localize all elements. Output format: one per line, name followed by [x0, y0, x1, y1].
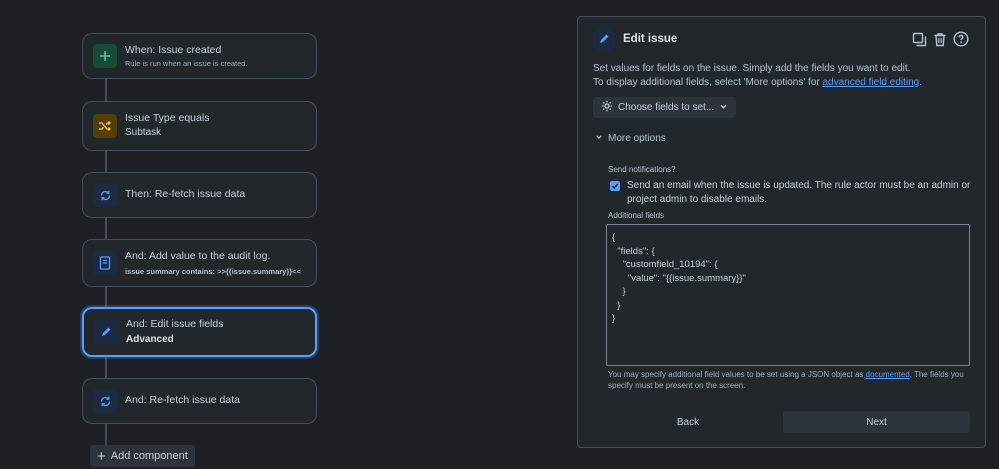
advanced-field-editing-link[interactable]: advanced field editing [823, 77, 920, 88]
gear-icon [601, 100, 613, 115]
shuffle-icon [93, 114, 117, 138]
panel-actions [912, 31, 969, 50]
refresh-icon [93, 389, 117, 413]
chevron-down-icon [595, 133, 603, 144]
choose-fields-button[interactable]: Choose fields to set... [593, 97, 737, 118]
choose-fields-label: Choose fields to set... [618, 102, 715, 113]
edit-issue-panel: Edit issue Set values for fields on the … [577, 16, 986, 448]
plus-icon: + [97, 447, 106, 465]
card-title: And: Edit issue fields [126, 317, 224, 330]
action-card-edit-issue-fields[interactable]: And: Edit issue fields Advanced [82, 307, 317, 357]
card-subtitle: Advanced [126, 333, 174, 345]
card-title: When: Issue created [125, 43, 222, 56]
add-component-label: Add component [110, 450, 188, 462]
add-component-button[interactable]: + Add component [90, 445, 195, 467]
card-subtitle: issue summary contains: >>{{issue.summar… [125, 266, 301, 276]
duplicate-icon[interactable] [912, 32, 927, 50]
action-card-audit-log[interactable]: And: Add value to the audit log. issue s… [82, 239, 317, 287]
additional-fields-label: Additional fields [608, 211, 665, 220]
send-email-checkbox[interactable] [610, 181, 620, 191]
card-title: And: Re-fetch issue data [125, 394, 240, 407]
plus-icon [93, 44, 117, 68]
card-title: Issue Type equals [125, 112, 210, 125]
next-button[interactable]: Next [783, 411, 970, 433]
condition-card-issue-type[interactable]: Issue Type equals Subtask [82, 101, 317, 151]
card-subtitle: Rule is run when an issue is created. [125, 58, 248, 68]
additional-fields-hint: You may specify additional field values … [608, 369, 968, 391]
chevron-down-icon [719, 102, 728, 114]
description-line-1: Set values for fields on the issue. Simp… [593, 63, 911, 74]
description-suffix: . [919, 76, 923, 88]
send-email-option: Send an email when the issue is updated.… [610, 179, 980, 206]
panel-title: Edit issue [623, 33, 678, 45]
panel-description: Set values for fields on the issue. Simp… [593, 62, 922, 89]
panel-header: Edit issue [593, 28, 677, 50]
back-button[interactable]: Back [608, 411, 768, 433]
send-email-text: Send an email when the issue is updated.… [627, 180, 971, 205]
card-subtitle: Subtask [125, 127, 162, 139]
additional-fields-textarea[interactable]: { "fields": { "customfield_10194": { "va… [606, 224, 970, 366]
action-card-refetch-issue-2[interactable]: And: Re-fetch issue data [82, 378, 317, 424]
description-text: To display additional fields, select 'Mo… [593, 76, 823, 88]
pencil-icon [94, 320, 118, 344]
refresh-icon [93, 183, 117, 207]
help-icon[interactable] [953, 31, 969, 50]
card-title: Then: Re-fetch issue data [125, 188, 246, 201]
card-title: And: Add value to the audit log. [125, 249, 271, 262]
trigger-card-issue-created[interactable]: When: Issue created Rule is run when an … [82, 33, 317, 79]
description-line-2: To display additional fields, select 'Mo… [593, 76, 922, 90]
more-options-label: More options [608, 133, 666, 144]
send-notifications-label: Send notifications? [608, 165, 676, 174]
trash-icon[interactable] [933, 32, 947, 50]
more-options-toggle[interactable]: More options [595, 133, 666, 144]
hint-text: You may specify additional field values … [608, 370, 866, 379]
documented-link[interactable]: documented [866, 370, 910, 379]
audit-log-icon [93, 251, 117, 275]
action-card-refetch-issue[interactable]: Then: Re-fetch issue data [82, 172, 317, 218]
pencil-icon [593, 28, 615, 50]
